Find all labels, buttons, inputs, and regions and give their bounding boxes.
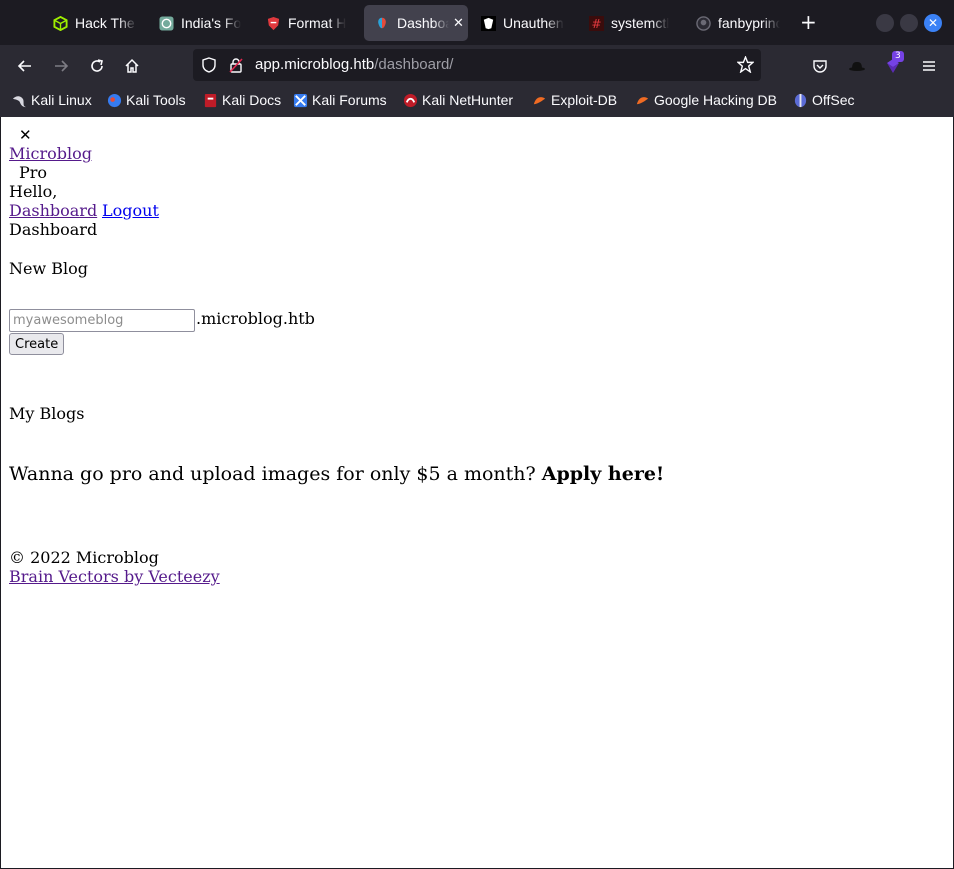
copyright: © 2022 Microblog (9, 548, 159, 567)
bookmark-label: OffSec (812, 92, 855, 108)
tab-label: fanbyprinc (718, 15, 780, 31)
apply-link[interactable]: Apply here! (542, 463, 665, 485)
svg-text:#: # (591, 17, 601, 31)
nav-dashboard-link[interactable]: Dashboard (9, 201, 97, 220)
github-icon (695, 15, 711, 31)
bookmark-google-hacking-db[interactable]: Google Hacking DB (635, 92, 777, 108)
tab-label: Hack The Box (75, 15, 137, 31)
page-content: ✕ Microblog Pro Hello, Dashboard Logout … (1, 117, 953, 868)
ghdb-icon (635, 93, 650, 108)
tab-label: Dashboard (397, 15, 449, 31)
tab-strip: Hack The Box India's Fo Format H Dashboa… (0, 0, 954, 45)
hacktricks-icon (480, 15, 496, 31)
tab-github[interactable]: fanbyprinc (687, 5, 787, 41)
bookmark-label: Kali Tools (126, 92, 186, 108)
tab-hackthebox[interactable]: Hack The Box (44, 5, 144, 41)
tab-chatgpt[interactable]: India's Fo (150, 5, 250, 41)
domain-suffix: .microblog.htb (196, 309, 315, 328)
tab-unauthenticated[interactable]: Unauthen (472, 5, 572, 41)
pocket-icon[interactable] (808, 54, 832, 78)
nethunter-icon (403, 93, 418, 108)
bookmark-label: Kali Docs (222, 92, 282, 108)
bookmark-kali-tools[interactable]: Kali Tools (107, 92, 186, 108)
bookmark-offsec[interactable]: OffSec (793, 92, 855, 108)
new-blog-heading: New Blog (9, 259, 88, 278)
tab-format[interactable]: Format H (257, 5, 357, 41)
pro-pitch-text: Wanna go pro and upload images for only … (9, 463, 536, 485)
my-blogs-heading: My Blogs (9, 404, 85, 423)
tab-label: systemctl (611, 15, 670, 31)
tab-label: Unauthen (503, 15, 564, 31)
tab-label: India's Fo (181, 15, 242, 31)
bookmark-label: Exploit-DB (551, 92, 618, 108)
tab-systemctl[interactable]: # systemctl (580, 5, 680, 41)
credit-link[interactable]: Brain Vectors by Vecteezy (9, 567, 220, 586)
close-icon[interactable]: ✕ (19, 126, 32, 145)
browser-chrome: Hack The Box India's Fo Format H Dashboa… (0, 0, 954, 117)
kali-dragon-icon (12, 93, 27, 108)
bookmark-star-icon[interactable] (736, 55, 755, 77)
hamburger-menu-icon[interactable] (917, 54, 941, 78)
insecure-lock-icon[interactable] (228, 57, 244, 77)
url-host: app.microblog.htb (255, 56, 375, 73)
microblog-icon (374, 15, 390, 31)
bookmark-label: Kali Linux (31, 92, 92, 108)
pro-pitch: Wanna go pro and upload images for only … (9, 463, 664, 485)
window-close-button[interactable]: ✕ (924, 14, 942, 32)
hat-extension-icon[interactable] (845, 54, 869, 78)
page-title: Dashboard (9, 220, 98, 239)
chatgpt-icon (158, 15, 174, 31)
url-text[interactable]: app.microblog.htb/dashboard/ (255, 56, 453, 73)
bookmark-kali-docs[interactable]: Kali Docs (203, 92, 281, 108)
tab-label: Format H (288, 15, 347, 31)
url-path: /dashboard/ (374, 56, 454, 73)
kali-docs-icon (203, 93, 218, 108)
shield-icon (265, 15, 281, 31)
extension-badge: 3 (892, 51, 904, 62)
bookmark-label: Kali NetHunter (422, 92, 514, 108)
close-tab-icon[interactable]: ✕ (453, 15, 464, 31)
greeting: Hello, (9, 182, 58, 201)
maximize-button[interactable] (900, 14, 918, 32)
bookmarks-toolbar: Kali Linux Kali Tools Kali Docs Kali For… (0, 86, 954, 117)
tab-dashboard[interactable]: Dashboard ✕ (364, 5, 468, 41)
back-arrow-icon[interactable] (13, 54, 37, 78)
hackthebox-icon (52, 15, 68, 31)
offsec-icon (793, 93, 808, 108)
kali-forums-icon (293, 93, 308, 108)
hash-icon: # (588, 15, 604, 31)
exploitdb-icon (532, 93, 547, 108)
bookmark-exploit-db[interactable]: Exploit-DB (532, 92, 617, 108)
pro-label: Pro (19, 163, 48, 182)
url-bar[interactable]: app.microblog.htb/dashboard/ (193, 49, 761, 81)
bookmark-kali-linux[interactable]: Kali Linux (12, 92, 92, 108)
bookmark-kali-forums[interactable]: Kali Forums (293, 92, 387, 108)
bookmark-kali-nethunter[interactable]: Kali NetHunter (403, 92, 513, 108)
bookmark-label: Google Hacking DB (654, 92, 777, 108)
navigation-toolbar: app.microblog.htb/dashboard/ 3 (0, 45, 954, 86)
forward-arrow-icon[interactable] (49, 54, 73, 78)
subdomain-input[interactable] (9, 309, 195, 332)
home-icon[interactable] (120, 54, 144, 78)
new-tab-button[interactable]: + (800, 12, 817, 32)
tracking-shield-icon[interactable] (201, 57, 217, 77)
bookmark-label: Kali Forums (312, 92, 387, 108)
create-button[interactable]: Create (9, 333, 65, 355)
brand-link[interactable]: Microblog (9, 144, 92, 163)
kali-tools-icon (107, 93, 122, 108)
nav-logout-link[interactable]: Logout (102, 201, 159, 220)
reload-icon[interactable] (85, 54, 109, 78)
minimize-button[interactable] (876, 14, 894, 32)
